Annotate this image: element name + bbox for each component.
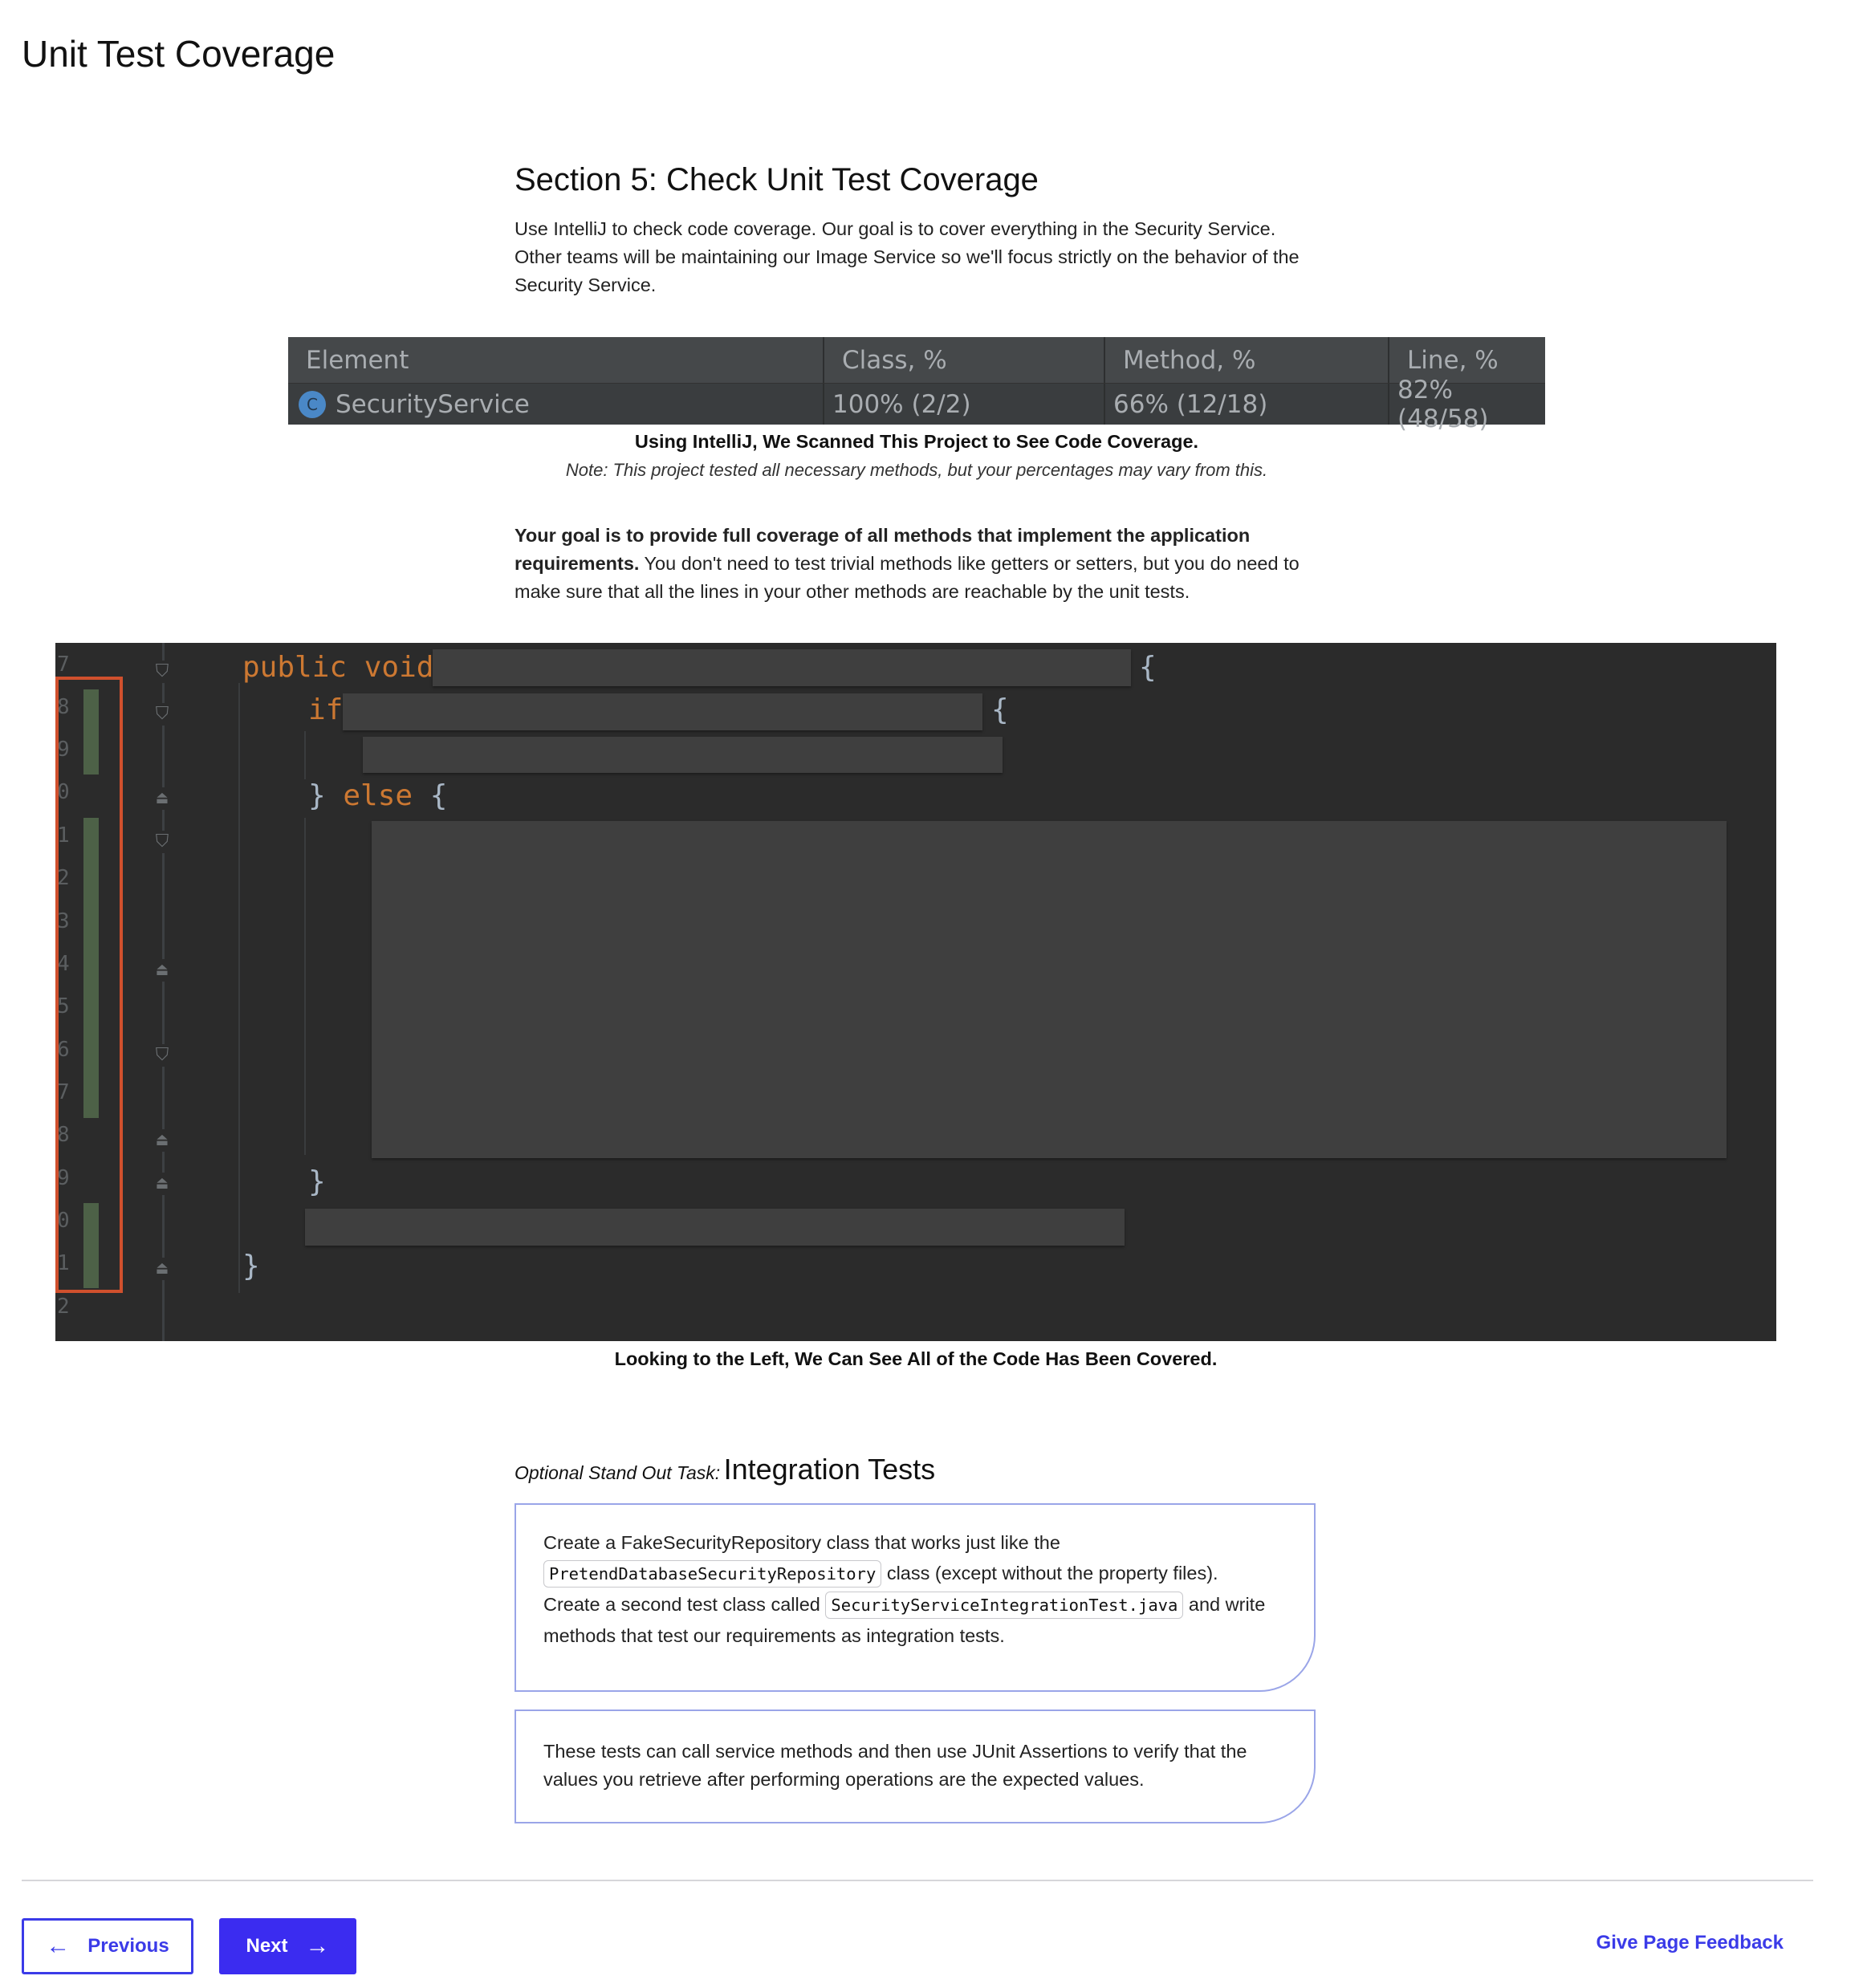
coverage-table-screenshot: Element Class, % Method, % Line, % C Sec… (288, 337, 1545, 433)
fold-icon: ⛉ (153, 703, 171, 726)
coverage-highlight-frame (55, 677, 123, 1293)
fold-icon: ⛉ (153, 1044, 171, 1067)
indent-guide (304, 731, 306, 779)
redacted-code (343, 693, 982, 730)
redacted-code (363, 737, 1003, 773)
task-card: These tests can call service methods and… (515, 1710, 1316, 1823)
fold-icon: ⏏ (153, 1258, 171, 1280)
fold-icon: ⏏ (153, 787, 171, 810)
brace-close: } (242, 1250, 260, 1283)
give-feedback-link[interactable]: Give Page Feedback (1597, 1932, 1784, 1954)
optional-task-kicker: Optional Stand Out Task: (515, 1462, 721, 1483)
coverage-table-header: Element Class, % Method, % Line, % (288, 337, 1545, 384)
code-chip: PretendDatabaseSecurityRepository (543, 1560, 882, 1588)
brace-close: } (308, 779, 344, 812)
brace-close: } (308, 1165, 326, 1198)
optional-task-heading: Optional Stand Out Task: Integration Tes… (515, 1453, 935, 1486)
code-screenshot-caption: Looking to the Left, We Can See All of t… (614, 1348, 1218, 1369)
redacted-code-block (372, 821, 1727, 1158)
card-text: class (except without the property files… (881, 1563, 1218, 1583)
line-number: 7 (57, 653, 70, 677)
arrow-right-icon: → (305, 1933, 330, 1959)
code-coverage-screenshot: 7 8 9 0 1 2 3 4 5 6 7 8 9 0 1 2 ⛉ ⛉ ⏏ ⛉ … (55, 643, 1776, 1341)
next-button[interactable]: Next → (219, 1918, 356, 1974)
fold-gutter-line (162, 643, 165, 1341)
keyword-else: else (343, 779, 413, 812)
card-text: Create a FakeSecurityRepository class th… (543, 1532, 1060, 1553)
coverage-table-caption: Using IntelliJ, We Scanned This Project … (634, 431, 1199, 452)
fold-icon: ⏏ (153, 1173, 171, 1195)
goal-paragraph: Your goal is to provide full coverage of… (515, 522, 1325, 606)
card-text: These tests can call service methods and… (543, 1741, 1247, 1790)
card-text: Create a second test class called (543, 1594, 826, 1615)
cell-line-pct: 82% (48/58) (1397, 375, 1489, 433)
line-number: 2 (57, 1295, 70, 1319)
class-icon: C (299, 390, 326, 418)
redacted-code (433, 649, 1131, 686)
indent-guide (238, 683, 240, 1293)
keyword-public: public (242, 651, 348, 684)
header-class: Class, % (824, 337, 1105, 383)
redacted-code (305, 1209, 1125, 1246)
keyword-void: void (364, 651, 434, 684)
keyword-if: if (308, 693, 344, 726)
coverage-table-note: Note: This project tested all necessary … (565, 460, 1268, 480)
next-label: Next (246, 1935, 288, 1957)
previous-label: Previous (87, 1935, 169, 1957)
brace-open: { (1139, 651, 1157, 684)
footer-divider (22, 1880, 1813, 1881)
brace-open: { (429, 779, 448, 812)
coverage-table-row: C SecurityService 100% (2/2) 66% (12/18)… (288, 375, 1545, 433)
arrow-left-icon: ← (46, 1933, 71, 1959)
previous-button[interactable]: ← Previous (22, 1918, 193, 1974)
header-method: Method, % (1105, 337, 1389, 383)
header-element: Element (288, 337, 824, 383)
section-intro: Use IntelliJ to check code coverage. Our… (515, 218, 1300, 295)
fold-icon: ⏏ (153, 959, 171, 982)
indent-guide (304, 818, 306, 1155)
code-line-signature: public void (242, 650, 433, 685)
element-name: SecurityService (336, 389, 530, 419)
brace-open: { (991, 693, 1009, 726)
fold-icon: ⛉ (153, 831, 171, 853)
optional-task-title: Integration Tests (723, 1453, 936, 1486)
cell-method-pct: 66% (12/18) (1105, 384, 1389, 425)
fold-icon: ⛉ (153, 661, 171, 683)
page-title: Unit Test Coverage (22, 33, 336, 75)
task-card: Create a FakeSecurityRepository class th… (515, 1503, 1316, 1692)
cell-class-pct: 100% (2/2) (824, 384, 1105, 425)
section-title: Section 5: Check Unit Test Coverage (515, 162, 1039, 197)
code-line-else: } else { (308, 779, 447, 814)
cell-element: C SecurityService (288, 384, 824, 425)
code-chip: SecurityServiceIntegrationTest.java (825, 1592, 1184, 1619)
fold-icon: ⏏ (153, 1129, 171, 1152)
